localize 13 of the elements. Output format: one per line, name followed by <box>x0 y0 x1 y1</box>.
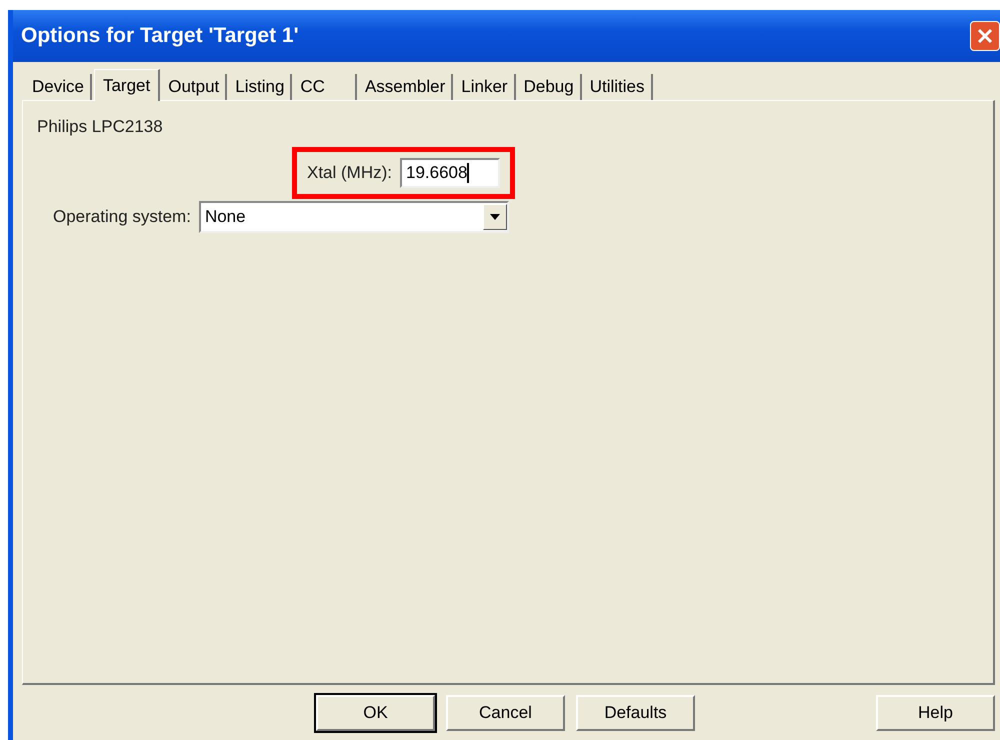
dialog-button[interactable]: OK <box>316 695 435 731</box>
tab[interactable]: Target <box>94 69 160 101</box>
os-label: Operating system: <box>53 207 191 227</box>
window-title: Options for Target 'Target 1' <box>21 24 299 48</box>
dialog-button[interactable]: Cancel <box>446 695 565 731</box>
dialog-button[interactable]: Help <box>876 695 995 731</box>
device-name: Philips LPC2138 <box>37 117 164 137</box>
close-icon <box>976 27 994 45</box>
close-button[interactable] <box>970 21 1000 51</box>
xtal-field[interactable]: 19.6608 <box>400 158 500 188</box>
os-dropdown[interactable]: None <box>198 201 509 233</box>
dialog-button[interactable]: Defaults <box>576 695 695 731</box>
xtal-label: Xtal (MHz): <box>307 163 392 183</box>
